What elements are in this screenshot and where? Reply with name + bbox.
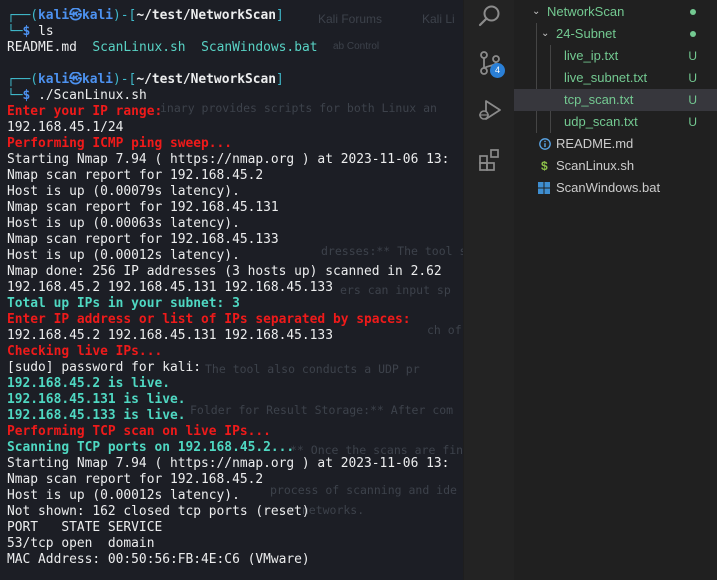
file-udp-scan[interactable]: udp_scan.txt U: [514, 111, 717, 133]
terminal-line: PORT STATE SERVICE: [7, 520, 163, 535]
folder-networkscan[interactable]: ⌄ NetworkScan: [514, 1, 717, 23]
prompt-frame: ]: [276, 72, 284, 87]
terminal-line: ┌──(kali㉿kali)-[~/test/NetworkScan]: [7, 8, 463, 24]
run-debug-icon[interactable]: [477, 97, 503, 123]
terminal-line: 192.168.45.131 is live.: [7, 392, 186, 407]
prompt-host: kali: [81, 72, 114, 87]
activity-bar: [464, 0, 514, 580]
chevron-down-icon: ⌄: [532, 6, 541, 17]
prompt-frame: ┌──(: [7, 72, 39, 87]
file-label: live_ip.txt: [564, 48, 619, 63]
prompt-frame: )-[: [113, 72, 137, 87]
prompt-frame: )-[: [113, 8, 137, 23]
prompt-frame: ]: [276, 8, 284, 23]
prompt-symbol: $: [22, 24, 39, 39]
file-scanwindows[interactable]: ScanWindows.bat: [514, 177, 717, 199]
terminal-line: Enter IP address or list of IPs separate…: [7, 312, 411, 327]
terminal-line: ┌──(kali㉿kali)-[~/test/NetworkScan]: [7, 72, 463, 88]
prompt-user: kali: [38, 72, 70, 87]
terminal-line: Host is up (0.00079s latency).: [7, 184, 240, 199]
terminal-line: Host is up (0.00063s latency).: [7, 216, 240, 231]
terminal-line: 192.168.45.1/24: [7, 120, 124, 135]
terminal-line: Checking live IPs...: [7, 344, 163, 359]
extensions-icon[interactable]: [477, 147, 503, 173]
search-icon[interactable]: [477, 3, 503, 29]
terminal-line: Nmap scan report for 192.168.45.2: [7, 472, 264, 487]
prompt-path: ~/test/NetworkScan: [136, 8, 277, 23]
prompt-user: kali: [38, 8, 70, 23]
terminal-line: Enter your IP range:: [7, 104, 163, 119]
file-label: tcp_scan.txt: [564, 92, 634, 107]
ls-entry: ScanLinux.sh: [92, 40, 186, 55]
untracked-status: U: [688, 93, 697, 107]
file-label: README.md: [556, 136, 634, 151]
folder-label: NetworkScan: [547, 4, 625, 19]
terminal-line: README.md ScanLinux.sh ScanWindows.bat: [7, 40, 463, 56]
kali-icon: ㉿: [69, 72, 82, 87]
terminal-line: Nmap scan report for 192.168.45.133: [7, 232, 279, 247]
terminal-line: Starting Nmap 7.94 ( https://nmap.org ) …: [7, 152, 450, 167]
terminal-line: Host is up (0.00012s latency).: [7, 248, 240, 263]
terminal-line: [sudo] password for kali:: [7, 360, 202, 375]
file-label: live_subnet.txt: [564, 70, 648, 85]
terminal-line: Nmap scan report for 192.168.45.131: [7, 200, 279, 215]
windows-icon: [538, 182, 550, 194]
source-control-badge: 4: [490, 63, 505, 78]
prompt-symbol: $: [22, 88, 39, 103]
untracked-status: U: [688, 49, 697, 63]
separator: [77, 40, 93, 55]
prompt-path: ~/test/NetworkScan: [136, 72, 277, 87]
dollar-icon: $: [541, 159, 548, 173]
terminal-line: Nmap scan report for 192.168.45.2: [7, 168, 264, 183]
terminal-line: MAC Address: 00:50:56:FB:4E:C6 (VMware): [7, 552, 310, 567]
terminal-line: Nmap done: 256 IP addresses (3 hosts up)…: [7, 264, 442, 279]
terminal-line: Host is up (0.00012s latency).: [7, 488, 240, 503]
prompt-frame: ┌──(: [7, 8, 39, 23]
info-icon: [539, 138, 551, 150]
terminal-line: 53/tcp open domain: [7, 536, 155, 551]
terminal-window[interactable]: Kali Forums Kali Li ab Control inary pro…: [0, 0, 463, 580]
file-label: ScanWindows.bat: [556, 180, 661, 195]
terminal-line: Performing ICMP ping sweep...: [7, 136, 233, 151]
terminal-line: Scanning TCP ports on 192.168.45.2...: [7, 440, 295, 455]
explorer-panel: ⌄ NetworkScan ⌄ 24-Subnet live_ip.txt U …: [514, 0, 717, 580]
prompt-frame: └─: [7, 88, 23, 103]
terminal-line: 192.168.45.2 192.168.45.131 192.168.45.1…: [7, 328, 333, 343]
terminal-line: Starting Nmap 7.94 ( https://nmap.org ) …: [7, 456, 450, 471]
prompt-frame: └─: [7, 24, 23, 39]
terminal-line: 192.168.45.2 192.168.45.131 192.168.45.1…: [7, 280, 333, 295]
terminal-line: Total up IPs in your subnet: 3: [7, 296, 240, 311]
separator: [186, 40, 202, 55]
modified-dot: [690, 31, 696, 37]
file-scanlinux[interactable]: $ ScanLinux.sh: [514, 155, 717, 177]
terminal-line: └─$ ./ScanLinux.sh: [7, 88, 463, 104]
file-tcp-scan[interactable]: tcp_scan.txt U: [514, 89, 717, 111]
prompt-command: ./ScanLinux.sh: [38, 88, 147, 103]
prompt-host: kali: [81, 8, 114, 23]
terminal-line: Not shown: 162 closed tcp ports (reset): [7, 504, 310, 519]
folder-label: 24-Subnet: [556, 26, 616, 41]
file-live-ip[interactable]: live_ip.txt U: [514, 45, 717, 67]
terminal-line: 192.168.45.133 is live.: [7, 408, 186, 423]
file-label: udp_scan.txt: [564, 114, 638, 129]
file-live-subnet[interactable]: live_subnet.txt U: [514, 67, 717, 89]
folder-24-subnet[interactable]: ⌄ 24-Subnet: [514, 23, 717, 45]
terminal-output[interactable]: ┌──(kali㉿kali)-[~/test/NetworkScan] └─$ l…: [7, 8, 463, 568]
terminal-line: 192.168.45.2 is live.: [7, 376, 170, 391]
kali-icon: ㉿: [69, 8, 82, 23]
ls-entry: ScanWindows.bat: [201, 40, 318, 55]
ls-entry: README.md: [7, 40, 77, 55]
untracked-status: U: [688, 71, 697, 85]
file-readme[interactable]: README.md: [514, 133, 717, 155]
terminal-line: Performing TCP scan on live IPs...: [7, 424, 271, 439]
untracked-status: U: [688, 115, 697, 129]
file-label: ScanLinux.sh: [556, 158, 635, 173]
terminal-line: └─$ ls: [7, 24, 463, 40]
modified-dot: [690, 9, 696, 15]
prompt-command: ls: [38, 24, 54, 39]
chevron-down-icon: ⌄: [541, 28, 550, 39]
